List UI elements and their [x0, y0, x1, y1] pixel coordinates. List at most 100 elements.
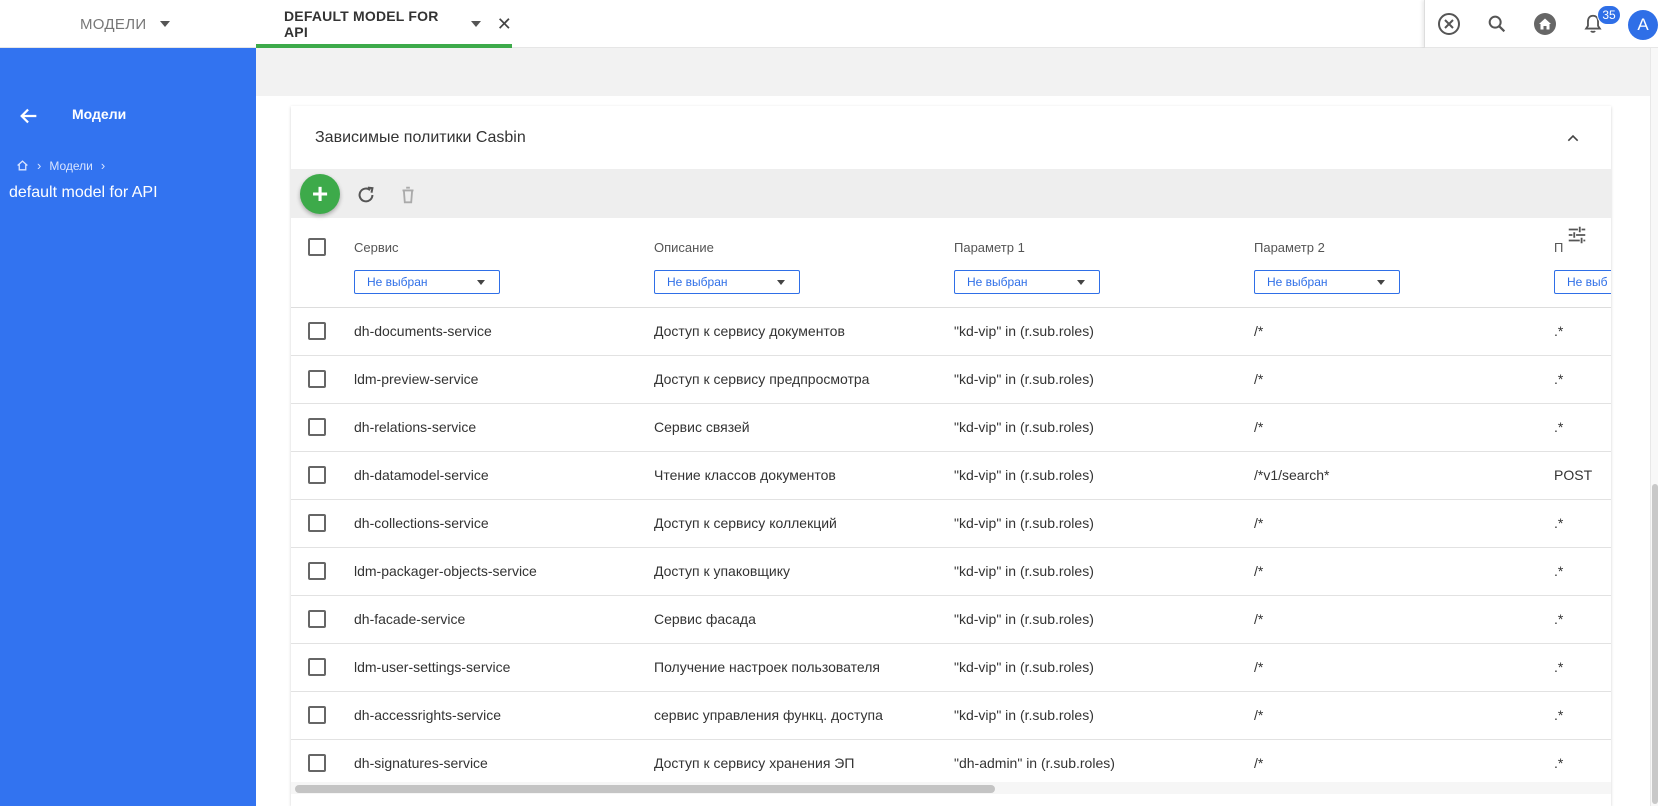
- select-all-checkbox[interactable]: [308, 238, 326, 256]
- cell-param2: /*: [1254, 707, 1264, 723]
- cell-service: dh-datamodel-service: [354, 467, 489, 483]
- filter-param1-value: Не выбран: [967, 275, 1028, 289]
- card-header[interactable]: Зависимые политики Casbin: [291, 106, 1611, 170]
- cell-service: dh-signatures-service: [354, 755, 488, 771]
- cell-description: Доступ к сервису документов: [654, 323, 845, 339]
- filter-param3[interactable]: Не выб: [1554, 270, 1611, 294]
- chevron-down-icon[interactable]: [160, 21, 171, 27]
- cell-param3: .*: [1554, 659, 1564, 675]
- filter-param2-value: Не выбран: [1267, 275, 1328, 289]
- cell-service: ldm-user-settings-service: [354, 659, 511, 675]
- cell-service: ldm-packager-objects-service: [354, 563, 537, 579]
- cell-param1: "kd-vip" in (r.sub.roles): [954, 419, 1094, 435]
- arrow-back-icon[interactable]: [18, 105, 40, 127]
- cell-param1: "kd-vip" in (r.sub.roles): [954, 323, 1094, 339]
- cell-param2: /*v1/search*: [1254, 467, 1330, 483]
- cell-description: сервис управления функц. доступа: [654, 707, 883, 723]
- cell-param3: .*: [1554, 611, 1564, 627]
- table-row[interactable]: ldm-packager-objects-service Доступ к упа…: [291, 548, 1611, 596]
- table-row[interactable]: dh-accessrights-service сервис управления…: [291, 692, 1611, 740]
- table-row[interactable]: dh-facade-service Сервис фасада "kd-vip" i…: [291, 596, 1611, 644]
- cell-service: dh-collections-service: [354, 515, 489, 531]
- cell-param1: "dh-admin" in (r.sub.roles): [954, 755, 1115, 771]
- tune-icon[interactable]: [1566, 224, 1588, 246]
- chevron-up-icon[interactable]: [1565, 130, 1581, 146]
- filter-service-value: Не выбран: [367, 275, 428, 289]
- cell-service: dh-documents-service: [354, 323, 492, 339]
- cell-service: dh-relations-service: [354, 419, 477, 435]
- chevron-down-icon: [1077, 280, 1085, 285]
- row-checkbox[interactable]: [308, 514, 326, 532]
- card-title: Зависимые политики Casbin: [315, 128, 526, 146]
- sidebar-title: Модели: [72, 106, 127, 122]
- close-circle-icon[interactable]: [1437, 12, 1461, 36]
- row-checkbox[interactable]: [308, 706, 326, 724]
- horizontal-scrollbar[interactable]: [291, 782, 1611, 794]
- row-checkbox[interactable]: [308, 322, 326, 340]
- row-checkbox[interactable]: [308, 610, 326, 628]
- notification-badge: 35: [1597, 5, 1621, 25]
- close-icon[interactable]: ✕: [497, 14, 512, 35]
- cell-description: Чтение классов документов: [654, 467, 836, 483]
- refresh-icon[interactable]: [355, 184, 377, 206]
- chevron-down-icon: [777, 280, 785, 285]
- home-icon[interactable]: [16, 159, 29, 172]
- table-row[interactable]: ldm-preview-service Доступ к сервису пред…: [291, 356, 1611, 404]
- table-row[interactable]: ldm-user-settings-service Получение настр…: [291, 644, 1611, 692]
- breadcrumb-item-models[interactable]: Модели: [49, 159, 93, 173]
- row-checkbox[interactable]: [308, 418, 326, 436]
- table-row[interactable]: dh-datamodel-service Чтение классов докум…: [291, 452, 1611, 500]
- home-icon[interactable]: [1533, 12, 1557, 36]
- column-header-service[interactable]: Сервис: [354, 240, 399, 255]
- table-header: Сервис Не выбран Описание Не выбран Пара…: [291, 218, 1611, 308]
- cell-param3: .*: [1554, 515, 1564, 531]
- scrollbar-thumb[interactable]: [295, 785, 995, 793]
- column-header-description[interactable]: Описание: [654, 240, 714, 255]
- tab-models[interactable]: МОДЕЛИ: [0, 0, 256, 48]
- cell-param2: /*: [1254, 371, 1264, 387]
- cell-param3: .*: [1554, 371, 1564, 387]
- chevron-down-icon: [477, 280, 485, 285]
- table-row[interactable]: dh-documents-service Доступ к сервису док…: [291, 308, 1611, 356]
- column-header-param1[interactable]: Параметр 1: [954, 240, 1025, 255]
- filter-param3-value: Не выб: [1567, 275, 1608, 289]
- cell-param3: .*: [1554, 323, 1564, 339]
- row-checkbox[interactable]: [308, 466, 326, 484]
- scrollbar-thumb[interactable]: [1652, 484, 1658, 804]
- avatar[interactable]: A: [1628, 10, 1658, 40]
- cell-description: Доступ к упаковщику: [654, 563, 790, 579]
- cell-param1: "kd-vip" in (r.sub.roles): [954, 515, 1094, 531]
- filter-service[interactable]: Не выбран: [354, 270, 500, 294]
- cell-param3: .*: [1554, 419, 1564, 435]
- filter-param1[interactable]: Не выбран: [954, 270, 1100, 294]
- trash-icon[interactable]: [397, 184, 419, 206]
- vertical-scrollbar[interactable]: [1650, 48, 1658, 806]
- cell-param2: /*: [1254, 659, 1264, 675]
- row-checkbox[interactable]: [308, 754, 326, 772]
- plus-icon: +: [311, 178, 329, 209]
- cell-param2: /*: [1254, 515, 1264, 531]
- search-icon[interactable]: [1485, 12, 1509, 36]
- cell-description: Получение настроек пользователя: [654, 659, 880, 675]
- filter-description[interactable]: Не выбран: [654, 270, 800, 294]
- row-checkbox[interactable]: [308, 658, 326, 676]
- filter-param2[interactable]: Не выбран: [1254, 270, 1400, 294]
- table-toolbar: [291, 170, 1611, 218]
- cell-description: Доступ к сервису хранения ЭП: [654, 755, 855, 771]
- model-name: default model for API: [9, 184, 158, 201]
- sidebar: Модели › Модели › default model for API: [0, 48, 256, 806]
- tab-default-model[interactable]: DEFAULT MODEL FOR API ✕: [256, 0, 512, 48]
- chevron-right-icon: ›: [100, 158, 106, 173]
- cell-param3: .*: [1554, 755, 1564, 771]
- column-header-param3[interactable]: П: [1554, 240, 1563, 255]
- cell-param3: .*: [1554, 707, 1564, 723]
- tab-models-label: МОДЕЛИ: [80, 15, 147, 33]
- table-row[interactable]: dh-signatures-service Доступ к сервису хр…: [291, 740, 1611, 788]
- add-button[interactable]: +: [300, 174, 340, 214]
- row-checkbox[interactable]: [308, 562, 326, 580]
- row-checkbox[interactable]: [308, 370, 326, 388]
- table-row[interactable]: dh-collections-service Доступ к сервису к…: [291, 500, 1611, 548]
- table-row[interactable]: dh-relations-service Сервис связей "kd-vip…: [291, 404, 1611, 452]
- chevron-down-icon[interactable]: [470, 21, 481, 27]
- column-header-param2[interactable]: Параметр 2: [1254, 240, 1325, 255]
